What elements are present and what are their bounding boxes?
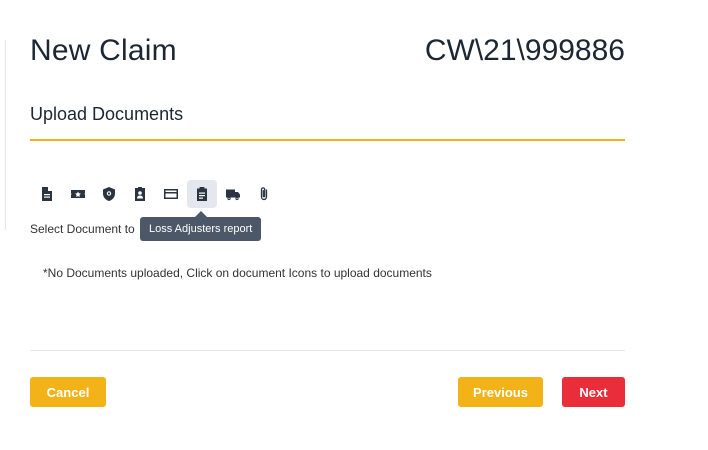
loss-adjusters-report-tooltip: Loss Adjusters report	[140, 217, 262, 241]
document-type-toolbar	[32, 180, 280, 208]
left-panel-edge	[0, 40, 6, 230]
attachment-button[interactable]	[249, 180, 279, 208]
paperclip-icon	[260, 187, 268, 201]
shield-button[interactable]	[94, 180, 124, 208]
footer-divider	[30, 350, 625, 351]
document-button[interactable]	[32, 180, 62, 208]
credit-card-button[interactable]	[156, 180, 186, 208]
next-button[interactable]: Next	[562, 377, 625, 407]
id-badge-button[interactable]	[125, 180, 155, 208]
previous-button[interactable]: Previous	[458, 377, 543, 407]
loss-adjusters-report-button[interactable]	[187, 180, 217, 208]
shield-icon	[103, 187, 115, 201]
truck-button[interactable]	[218, 180, 248, 208]
select-document-label: Select Document to	[30, 222, 135, 236]
cancel-button[interactable]: Cancel	[30, 377, 106, 407]
page-title: New Claim	[30, 34, 177, 67]
no-documents-message: *No Documents uploaded, Click on documen…	[43, 266, 432, 280]
page-header: New Claim CW\21\999886	[30, 34, 625, 68]
truck-icon	[226, 189, 240, 201]
clipboard-icon	[197, 187, 207, 201]
claim-number: CW\21\999886	[424, 34, 625, 67]
section-divider	[30, 139, 625, 141]
section-title: Upload Documents	[30, 104, 184, 124]
id-badge-icon	[135, 187, 145, 201]
ticket-button[interactable]	[63, 180, 93, 208]
document-icon	[42, 187, 52, 201]
credit-card-icon	[164, 189, 178, 199]
new-claim-page: New Claim CW\21\999886 Upload Documents	[0, 0, 708, 450]
ticket-icon	[71, 190, 85, 198]
